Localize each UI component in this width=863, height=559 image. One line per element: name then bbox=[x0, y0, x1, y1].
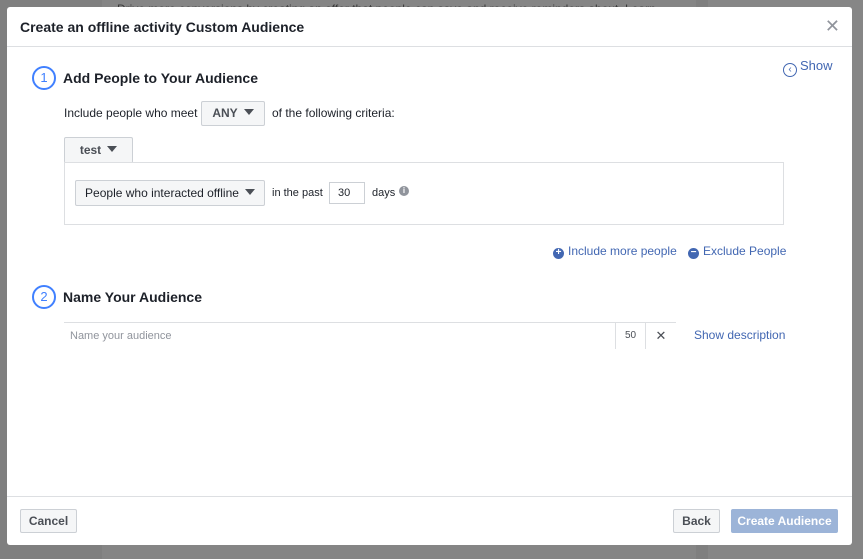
rule-box: People who interacted offline in the pas… bbox=[64, 162, 784, 225]
event-dropdown[interactable]: People who interacted offline bbox=[75, 180, 265, 206]
custom-audience-modal: Create an offline activity Custom Audien… bbox=[7, 7, 852, 545]
audience-name-input[interactable]: Name your audience 50 ✕ bbox=[64, 322, 676, 349]
step1-title: Add People to Your Audience bbox=[63, 70, 258, 86]
back-button[interactable]: Back bbox=[673, 509, 720, 533]
info-icon[interactable]: i bbox=[399, 186, 409, 196]
exclude-label: Exclude People bbox=[703, 244, 787, 258]
char-count: 50 bbox=[615, 323, 645, 349]
close-icon[interactable]: ✕ bbox=[825, 16, 840, 37]
minus-circle-icon: − bbox=[688, 248, 699, 259]
caret-down-icon bbox=[107, 146, 118, 152]
in-the-past-label: in the past bbox=[272, 187, 323, 199]
chevron-left-circle-icon: ‹ bbox=[783, 63, 797, 77]
modal-header: Create an offline activity Custom Audien… bbox=[7, 7, 852, 47]
days-input[interactable]: 30 bbox=[329, 182, 365, 204]
plus-circle-icon: + bbox=[553, 248, 564, 259]
create-audience-button[interactable]: Create Audience bbox=[731, 509, 838, 533]
exclude-people-link[interactable]: − Exclude People bbox=[688, 244, 786, 259]
cancel-button[interactable]: Cancel bbox=[20, 509, 77, 533]
include-more-label: Include more people bbox=[568, 244, 677, 258]
criteria-suffix: of the following criteria: bbox=[272, 106, 395, 120]
modal-footer: Cancel Back Create Audience bbox=[7, 496, 852, 545]
caret-down-icon bbox=[244, 189, 255, 195]
match-value: ANY bbox=[212, 106, 238, 120]
criteria-prefix: Include people who meet bbox=[64, 106, 198, 120]
clear-icon[interactable]: ✕ bbox=[645, 323, 676, 349]
show-label: Show bbox=[800, 58, 833, 73]
include-more-people-link[interactable]: + Include more people bbox=[553, 244, 677, 259]
match-any-dropdown[interactable]: ANY bbox=[201, 101, 265, 126]
days-label: days bbox=[372, 187, 396, 199]
modal-title: Create an offline activity Custom Audien… bbox=[20, 19, 305, 35]
source-value: test bbox=[79, 143, 102, 157]
source-dropdown[interactable]: test bbox=[64, 137, 133, 163]
step2-title: Name Your Audience bbox=[63, 289, 203, 305]
show-description-link[interactable]: Show description bbox=[694, 328, 785, 342]
caret-down-icon bbox=[243, 109, 254, 115]
step-number-1: 1 bbox=[32, 66, 56, 90]
event-value: People who interacted offline bbox=[85, 186, 239, 200]
step-number-2: 2 bbox=[32, 285, 56, 309]
show-button[interactable]: ‹ Show bbox=[783, 58, 833, 77]
name-placeholder: Name your audience bbox=[70, 330, 172, 342]
